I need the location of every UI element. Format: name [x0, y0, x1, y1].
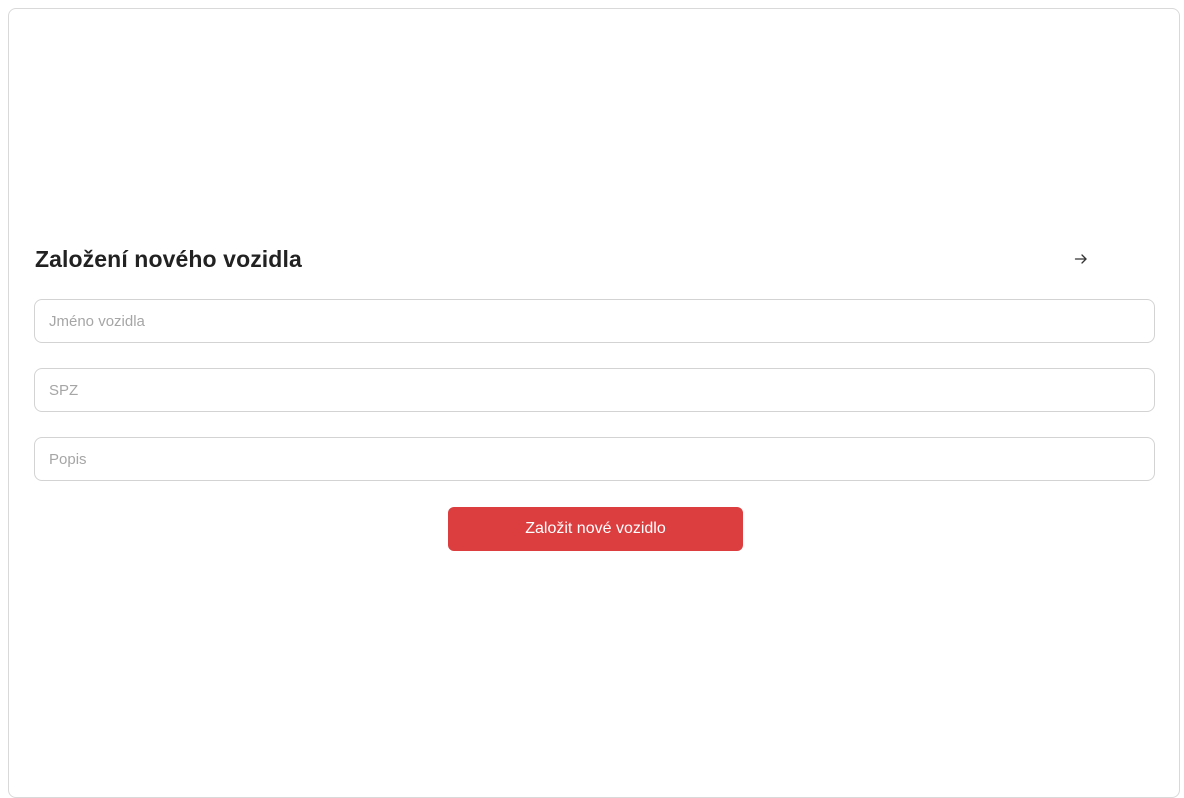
- vehicle-name-input[interactable]: [34, 299, 1155, 343]
- arrow-right-icon[interactable]: [1067, 245, 1095, 273]
- page-title: Založení nového vozidla: [35, 245, 302, 272]
- create-vehicle-button[interactable]: Založit nové vozidlo: [448, 507, 743, 551]
- license-plate-input[interactable]: [34, 368, 1155, 412]
- form-header: Založení nového vozidla: [35, 241, 1095, 277]
- description-input[interactable]: [34, 437, 1155, 481]
- form-panel: Založení nového vozidla Založit nové voz…: [8, 8, 1180, 798]
